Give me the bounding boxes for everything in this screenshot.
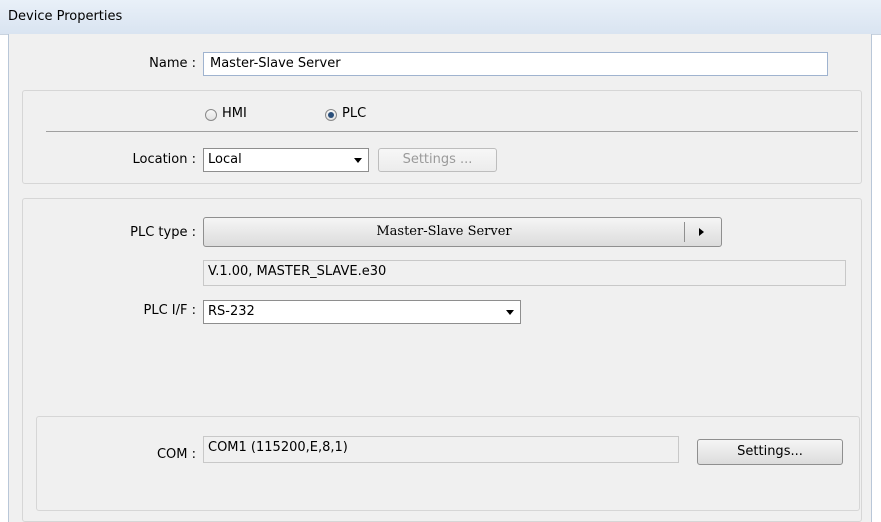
group-separator <box>46 131 858 132</box>
chevron-down-icon <box>506 310 514 315</box>
com-display: COM1 (115200,E,8,1) <box>203 436 679 463</box>
name-label: Name : <box>149 56 196 71</box>
plc-radio[interactable] <box>325 109 337 121</box>
location-label: Location : <box>132 152 197 167</box>
name-input[interactable]: Master-Slave Server <box>203 52 828 76</box>
hmi-radio-label[interactable]: HMI <box>222 106 247 121</box>
title-bar <box>0 0 881 35</box>
plc-type-label: PLC type : <box>130 225 196 240</box>
selector-divider <box>684 222 685 242</box>
chevron-right-icon <box>699 228 704 236</box>
plc-if-select-value: RS-232 <box>208 304 255 319</box>
plc-if-select[interactable]: RS-232 <box>203 300 521 324</box>
plc-type-selector[interactable]: Master-Slave Server <box>203 217 722 247</box>
hmi-radio[interactable] <box>205 109 217 121</box>
location-select[interactable]: Local <box>203 148 369 172</box>
plc-if-label: PLC I/F : <box>143 303 197 318</box>
location-settings-button[interactable]: Settings ... <box>378 148 497 172</box>
window-title: Device Properties <box>8 9 123 24</box>
plc-type-value: Master-Slave Server <box>376 224 512 239</box>
plc-radio-label[interactable]: PLC <box>342 106 366 121</box>
com-label: COM : <box>156 447 196 462</box>
location-select-value: Local <box>208 152 242 167</box>
com-settings-button[interactable]: Settings... <box>697 439 843 465</box>
plc-version-display: V.1.00, MASTER_SLAVE.e30 <box>203 260 846 286</box>
chevron-down-icon <box>354 158 362 163</box>
